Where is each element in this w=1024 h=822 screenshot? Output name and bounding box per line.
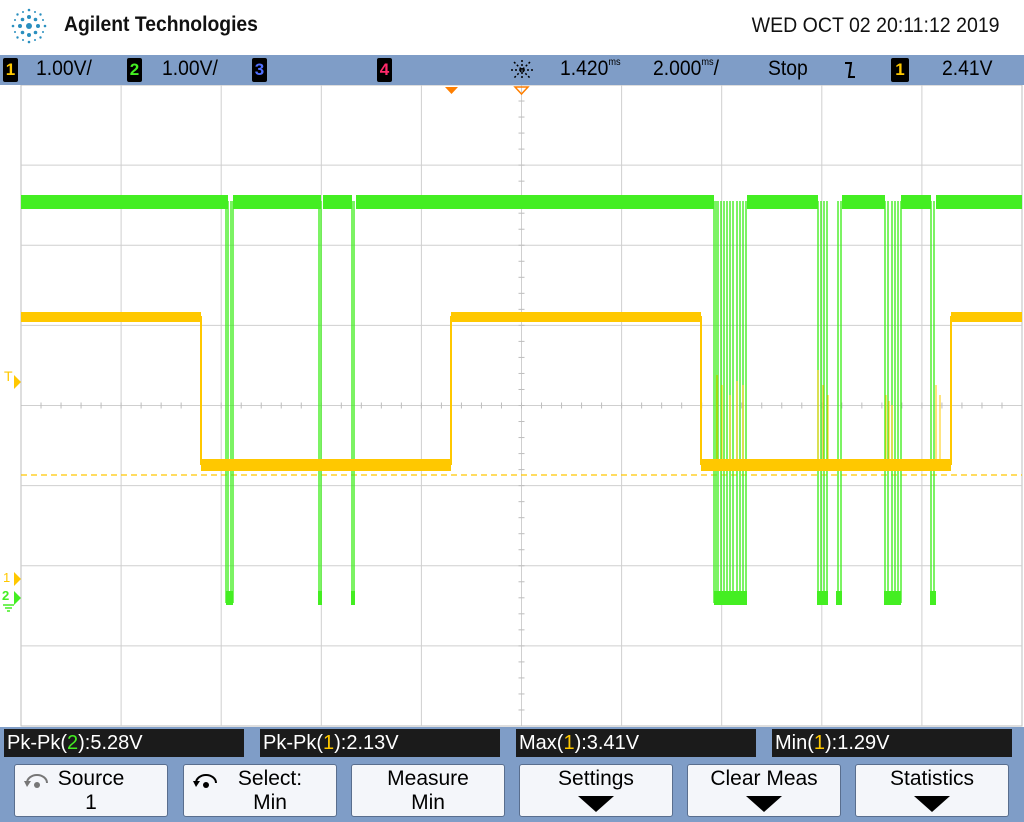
delay-unit: ms (608, 57, 621, 68)
measurement-min-ch1[interactable]: Min(1): 1.29V (772, 729, 1012, 757)
softkey-bar: Source 1 Select: Min Measure Min Setting… (0, 760, 1024, 822)
channel-1-scale: 1.00V/ (36, 57, 92, 80)
channel-1-ground-marker[interactable] (14, 572, 21, 586)
submenu-arrow-icon (746, 796, 782, 812)
timebase-value: 2.000ms/ (653, 57, 720, 80)
agilent-spark-logo-icon (11, 8, 47, 44)
measurement-pkpk-ch2[interactable]: Pk-Pk(2): 5.28V (4, 729, 244, 757)
header: Agilent Technologies WED OCT 02 20:11:12… (0, 0, 1024, 55)
measurement-pkpk-ch1[interactable]: Pk-Pk(1): 2.13V (260, 729, 500, 757)
channel-2-ground-marker[interactable] (14, 591, 21, 605)
measure-softkey[interactable]: Measure Min (351, 764, 505, 817)
trigger-level: 2.41V (942, 57, 993, 80)
falling-edge-icon (845, 62, 855, 78)
submenu-arrow-icon (914, 796, 950, 812)
trigger-position-marker (445, 87, 458, 94)
measurement-bar: Pk-Pk(2): 5.28V Pk-Pk(1): 2.13V Max(1): … (0, 727, 1024, 760)
settings-softkey[interactable]: Settings (519, 764, 673, 817)
run-state: Stop (768, 57, 808, 80)
channel-1-badge[interactable]: 1 (3, 58, 18, 82)
select-softkey[interactable]: Select: Min (183, 764, 337, 817)
measurement-max-ch1[interactable]: Max(1): 3.41V (516, 729, 756, 757)
delay-value: 1.420ms (560, 57, 621, 80)
channel-2-ground-label: 2 (2, 588, 10, 603)
source-softkey[interactable]: Source 1 (14, 764, 168, 817)
channel-2-scale: 1.00V/ (162, 57, 218, 80)
status-bar: 1 1.00V/ 2 1.00V/ 3 4 1.420ms 2.000ms/ S… (0, 55, 1024, 85)
channel-2-badge[interactable]: 2 (127, 58, 142, 82)
submenu-arrow-icon (578, 796, 614, 812)
trigger-source-badge[interactable]: 1 (891, 58, 909, 82)
timebase-unit: ms (701, 57, 714, 68)
waveform-display[interactable]: T 1 2 (0, 85, 1024, 727)
trigger-level-marker[interactable] (14, 375, 21, 389)
clear-meas-softkey[interactable]: Clear Meas (687, 764, 841, 817)
channel-1-ground-label: 1 (3, 570, 11, 585)
channel-4-badge[interactable]: 4 (377, 58, 392, 82)
brand-name: Agilent Technologies (64, 13, 258, 36)
statistics-softkey[interactable]: Statistics (855, 764, 1009, 817)
timebase-delay-icon (511, 60, 533, 80)
channel-3-badge[interactable]: 3 (252, 58, 267, 82)
timestamp: WED OCT 02 20:11:12 2019 (752, 14, 1000, 37)
trigger-level-label: T (4, 368, 13, 384)
waveform-graticule (3, 85, 1023, 727)
